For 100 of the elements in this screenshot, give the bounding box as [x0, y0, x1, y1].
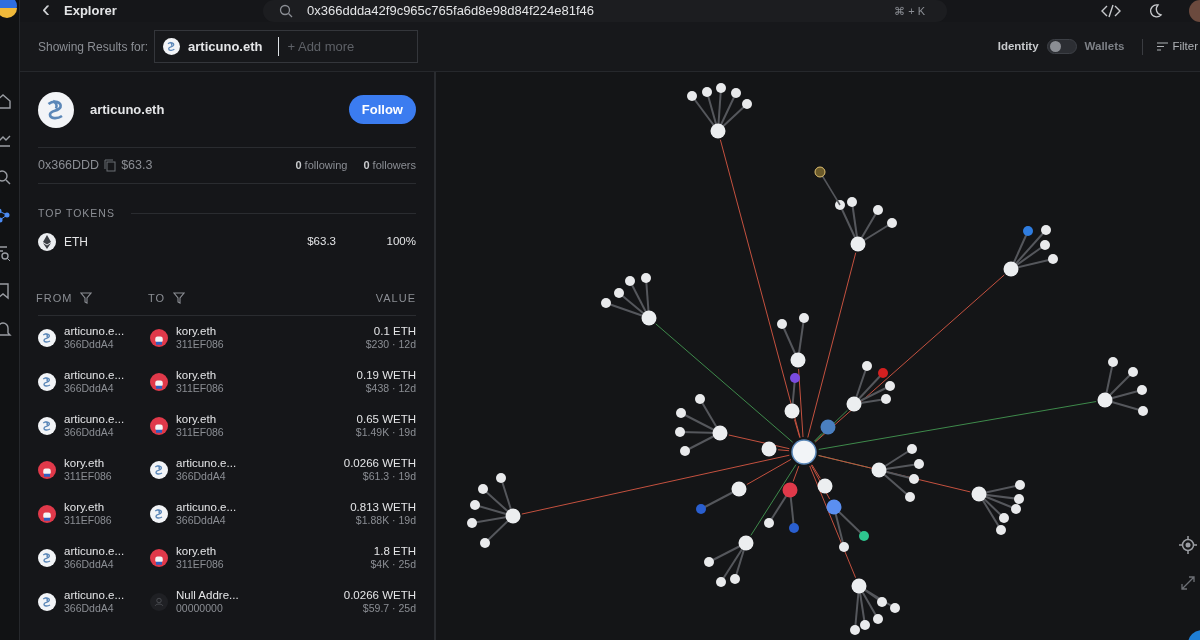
avatar: [38, 548, 56, 567]
node-cluster[interactable]: [971, 480, 1025, 535]
account-name[interactable]: articuno.e...: [64, 368, 125, 383]
graph-edge[interactable]: [728, 434, 790, 450]
account-name[interactable]: kory.eth: [176, 368, 224, 383]
account-name[interactable]: kory.eth: [176, 412, 224, 427]
search-bar[interactable]: 0x366ddda42f9c965c765fa6d8e98d84f224e81f46 ⌘ + K: [263, 0, 947, 22]
account-address: 366DddA4: [64, 382, 115, 396]
token-symbol: ETH: [64, 233, 88, 251]
avatar: [163, 38, 181, 55]
locate-icon[interactable]: [1178, 535, 1198, 555]
account-address: 311EF086: [176, 426, 224, 440]
node-cluster[interactable]: [784, 373, 800, 419]
node-cluster[interactable]: [761, 441, 777, 457]
transfer-detail: $1.88K · 19d: [354, 514, 416, 528]
keyboard-shortcut: ⌘ + K: [894, 3, 925, 19]
node-cluster[interactable]: [696, 481, 747, 514]
account-name[interactable]: articuno.e...: [64, 544, 125, 559]
node-cluster[interactable]: [467, 473, 521, 548]
node-cluster[interactable]: [826, 499, 869, 552]
moon-icon[interactable]: [1147, 3, 1163, 19]
account-name[interactable]: articuno.e...: [176, 456, 237, 471]
avatar: [38, 504, 56, 523]
expand-icon[interactable]: [1180, 575, 1196, 591]
avatar: [150, 372, 168, 391]
account-address: 311EF086: [176, 338, 224, 352]
avatar: [150, 548, 168, 567]
node-cluster[interactable]: [871, 444, 924, 502]
profile-name: articuno.eth: [90, 100, 165, 119]
filter-button[interactable]: Filter: [1157, 37, 1198, 56]
follow-count[interactable]: 0 following: [295, 157, 348, 174]
account-name[interactable]: Null Addre...: [176, 588, 239, 603]
node-cluster[interactable]: [687, 83, 752, 139]
node-cluster[interactable]: [820, 419, 836, 435]
back-button[interactable]: ‹: [42, 0, 50, 19]
node-cluster[interactable]: [835, 197, 897, 252]
avatar: [150, 416, 168, 435]
node-cluster[interactable]: [675, 394, 728, 456]
column-header: FROM: [36, 291, 73, 306]
account-address: 366DddA4: [64, 558, 115, 572]
transfer-detail: $61.3 · 19d: [361, 470, 416, 484]
node-cluster[interactable]: [1003, 225, 1058, 277]
node-cluster[interactable]: [817, 478, 833, 494]
node-cluster[interactable]: [850, 578, 900, 635]
selected-chip[interactable]: articuno.eth: [188, 36, 263, 57]
transfer-detail: $4K · 25d: [370, 558, 416, 572]
account-name[interactable]: kory.eth: [64, 500, 112, 515]
account-name[interactable]: articuno.e...: [64, 588, 125, 603]
graph-edge[interactable]: [810, 464, 831, 500]
account-name[interactable]: kory.eth: [176, 324, 224, 339]
account-address: 366DddA4: [64, 602, 115, 616]
node-cluster[interactable]: [704, 535, 754, 587]
section-title: TOP TOKENS: [38, 206, 115, 221]
avatar: [38, 416, 56, 435]
node-cluster[interactable]: [1097, 357, 1148, 416]
account-address: 311EF086: [64, 514, 112, 528]
filter-icon[interactable]: [173, 292, 186, 305]
graph-edge[interactable]: [750, 464, 797, 536]
column-header: TO: [148, 291, 166, 306]
account-address: 366DddA4: [176, 514, 227, 528]
account-name[interactable]: kory.eth: [176, 544, 224, 559]
avatar: [150, 592, 168, 611]
account-name[interactable]: kory.eth: [64, 456, 112, 471]
graph-edge[interactable]: [809, 465, 857, 579]
node-cluster[interactable]: [764, 482, 799, 533]
transfer-amount: 0.0266 WETH: [343, 588, 416, 603]
transfer-detail: $438 · 12d: [364, 382, 416, 396]
transfer-amount: 0.1 ETH: [372, 324, 416, 339]
node-cluster[interactable]: [814, 166, 841, 206]
results-label: Showing Results for:: [38, 38, 149, 56]
avatar: [38, 328, 56, 347]
account-name[interactable]: articuno.e...: [64, 324, 125, 339]
avatar: [38, 372, 56, 391]
node-cluster[interactable]: [777, 313, 809, 368]
wallet-address: 0x366DDD: [38, 157, 100, 175]
center-node[interactable]: [791, 439, 817, 465]
graph-edge[interactable]: [655, 323, 794, 443]
avatar: [150, 504, 168, 523]
transfer-amount: 0.813 WETH: [350, 500, 416, 515]
toggle-label: Wallets: [1084, 38, 1125, 54]
follow-button[interactable]: Follow: [348, 94, 416, 125]
code-icon[interactable]: [1101, 4, 1121, 18]
page-title: Explorer: [64, 2, 118, 21]
node-cluster[interactable]: [846, 361, 895, 412]
toggle-switch[interactable]: [1046, 39, 1077, 54]
token-share: 100%: [385, 234, 416, 250]
copy-icon[interactable]: [104, 159, 117, 172]
account-address: 00000000: [176, 602, 224, 616]
account-name[interactable]: articuno.e...: [64, 412, 125, 427]
filter-icon: [1157, 42, 1169, 51]
follow-count[interactable]: 0 followers: [363, 157, 416, 174]
account-name[interactable]: articuno.e...: [176, 500, 237, 515]
token-value: $63.3: [307, 234, 336, 250]
filter-icon[interactable]: [80, 292, 93, 305]
search-field[interactable]: 0x366ddda42f9c965c765fa6d8e98d84f224e81f46: [307, 1, 895, 21]
ethereum-icon: [38, 232, 56, 251]
node-cluster[interactable]: [601, 273, 657, 326]
column-header: VALUE: [375, 291, 416, 306]
graph-edge[interactable]: [818, 455, 971, 493]
search-input-box[interactable]: articuno.eth + Add more: [154, 30, 419, 63]
